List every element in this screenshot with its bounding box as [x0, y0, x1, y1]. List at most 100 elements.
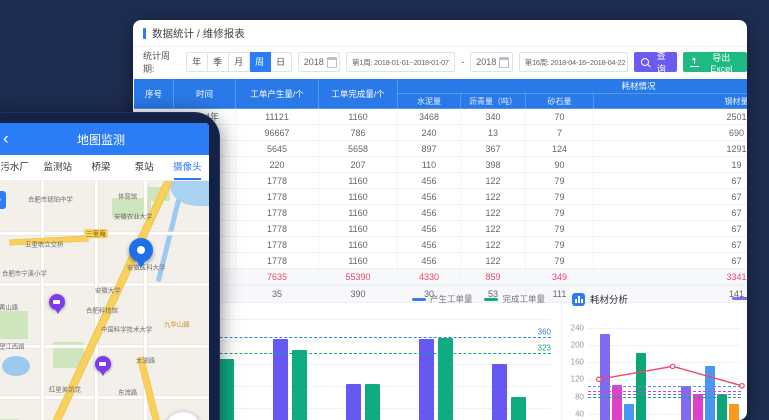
table-cell: 456	[398, 221, 461, 237]
period-option-季[interactable]: 季	[208, 52, 229, 72]
period-option-周[interactable]: 周	[250, 52, 271, 72]
export-icon	[690, 58, 699, 67]
column-header: 时间	[174, 79, 236, 109]
table-row: 9177811604561227967	[134, 237, 748, 253]
legend-label: 完成工单量	[502, 293, 545, 305]
tab-桥梁[interactable]: 桥梁	[79, 155, 122, 180]
period-option-月[interactable]: 月	[229, 52, 250, 72]
location-pin-icon[interactable]	[129, 238, 153, 262]
table-cell: 67	[594, 221, 748, 237]
map-label: 九华山路	[164, 320, 190, 329]
column-header: 工单产生量/个	[236, 79, 319, 109]
table-cell: 7	[526, 125, 594, 141]
y-axis-tick: 80	[564, 392, 584, 401]
table-cell: 19	[594, 157, 748, 173]
table-row: 12014年1112111603468340702501	[134, 109, 748, 125]
table-cell: 79	[526, 189, 594, 205]
query-button[interactable]: 查询	[634, 52, 677, 72]
table-cell: 67	[594, 173, 748, 189]
map-label: 红星美凯龙	[49, 385, 81, 394]
sub-column-header: 沥青量（吨）	[461, 94, 526, 109]
legend-item[interactable]: 产生工单量	[412, 293, 473, 305]
table-cell: 67	[594, 253, 748, 269]
back-chevron-icon[interactable]: ‹	[3, 130, 9, 147]
table-cell: 3468	[398, 109, 461, 125]
bar	[292, 350, 307, 420]
table-cell: 110	[398, 157, 461, 173]
map-road	[0, 396, 209, 399]
legend-item[interactable]: 完成工单量	[484, 293, 545, 305]
map-pond	[2, 356, 30, 376]
table-cell: 67	[594, 237, 748, 253]
table-cell: 456	[398, 253, 461, 269]
end-week-range-input[interactable]: 第16周: 2018-04-16~2018-04-22	[519, 52, 628, 72]
page-background: 数据统计 / 维修报表 统计周期: 年季月周日 2018 第1周: 2018-0…	[0, 0, 769, 420]
table-cell: 122	[461, 205, 526, 221]
bar	[219, 359, 234, 420]
start-year-select[interactable]: 2018	[298, 52, 340, 72]
consumables-chart: 耗材分析 2402001601208040	[561, 285, 747, 420]
period-segmented-control: 年季月周日	[186, 52, 292, 72]
chart-plot-area: 2402001601208040	[588, 319, 741, 420]
table-cell: 456	[398, 237, 461, 253]
table-cell: 122	[461, 189, 526, 205]
tab-摄像头[interactable]: 摄像头	[166, 155, 209, 180]
bar	[511, 397, 526, 420]
map-label: 中国科学技术大学	[101, 325, 152, 334]
tab-污水厂[interactable]: 污水厂	[0, 155, 36, 180]
table-cell: 5658	[319, 141, 398, 157]
map-expander-button[interactable]: ›	[0, 191, 6, 209]
calendar-icon	[499, 57, 509, 68]
table-cell: 55390	[319, 269, 398, 286]
bar	[273, 339, 288, 420]
map-highway	[138, 358, 175, 420]
table-cell: 122	[461, 173, 526, 189]
table-cell: 1778	[236, 189, 319, 205]
period-option-日[interactable]: 日	[271, 52, 292, 72]
map-view[interactable]: › 全部 合肥市琥珀中学体育馆安徽农业大学五里墩立交桥三里庵合肥市宁溪小学安徽医…	[0, 181, 209, 420]
map-label: 体育馆	[118, 192, 137, 201]
bar	[419, 339, 434, 420]
map-all-button[interactable]: 全部	[165, 412, 201, 420]
table-row: 42202071103989019	[134, 157, 748, 173]
export-excel-button[interactable]: 导出Excel	[683, 52, 747, 72]
table-row: 8177811604561227967	[134, 221, 748, 237]
map-label: 东流路	[118, 388, 137, 397]
end-year-select[interactable]: 2018	[470, 52, 512, 72]
y-axis-tick: 240	[564, 323, 584, 332]
table-cell: 70	[526, 109, 594, 125]
table-cell: 220	[236, 157, 319, 173]
start-week-range-input[interactable]: 第1周: 2018-01-01~2018-01-07	[346, 52, 455, 72]
table-cell: 398	[461, 157, 526, 173]
tab-泵站[interactable]: 泵站	[123, 155, 166, 180]
table-body: 12014年1112111603468340702501296667786240…	[134, 109, 748, 303]
period-option-年[interactable]: 年	[186, 52, 208, 72]
table-cell: 240	[398, 125, 461, 141]
table-cell: 5645	[236, 141, 319, 157]
bar	[438, 338, 453, 420]
table-cell: 122	[461, 237, 526, 253]
legend-swatch	[412, 298, 426, 301]
table-cell: 1778	[236, 205, 319, 221]
table-cell: 367	[461, 141, 526, 157]
table-row: 296667786240137690	[134, 125, 748, 141]
dashboard-card: 数据统计 / 维修报表 统计周期: 年季月周日 2018 第1周: 2018-0…	[133, 20, 747, 420]
report-table: 序号时间工单产生量/个工单完成量/个耗材情况水泥量沥青量（吨）砂石量钢材量120…	[133, 78, 747, 303]
map-park	[0, 311, 28, 339]
camera-pin-icon[interactable]	[49, 294, 65, 310]
camera-pin-icon[interactable]	[95, 356, 111, 372]
table-cell: 79	[526, 173, 594, 189]
table-cell: 122	[461, 221, 526, 237]
table-cell: 340	[461, 109, 526, 125]
table-cell: 79	[526, 221, 594, 237]
tab-监测站[interactable]: 监测站	[36, 155, 79, 180]
trend-line	[588, 319, 742, 420]
y-axis-tick: 200	[564, 340, 584, 349]
breadcrumb: 数据统计 / 维修报表	[133, 20, 747, 47]
y-axis-tick: 120	[564, 375, 584, 384]
table-cell: 1160	[319, 189, 398, 205]
table-cell: 1291	[594, 141, 748, 157]
table-cell: 1160	[319, 173, 398, 189]
map-road	[95, 181, 98, 420]
table-cell: 859	[461, 269, 526, 286]
